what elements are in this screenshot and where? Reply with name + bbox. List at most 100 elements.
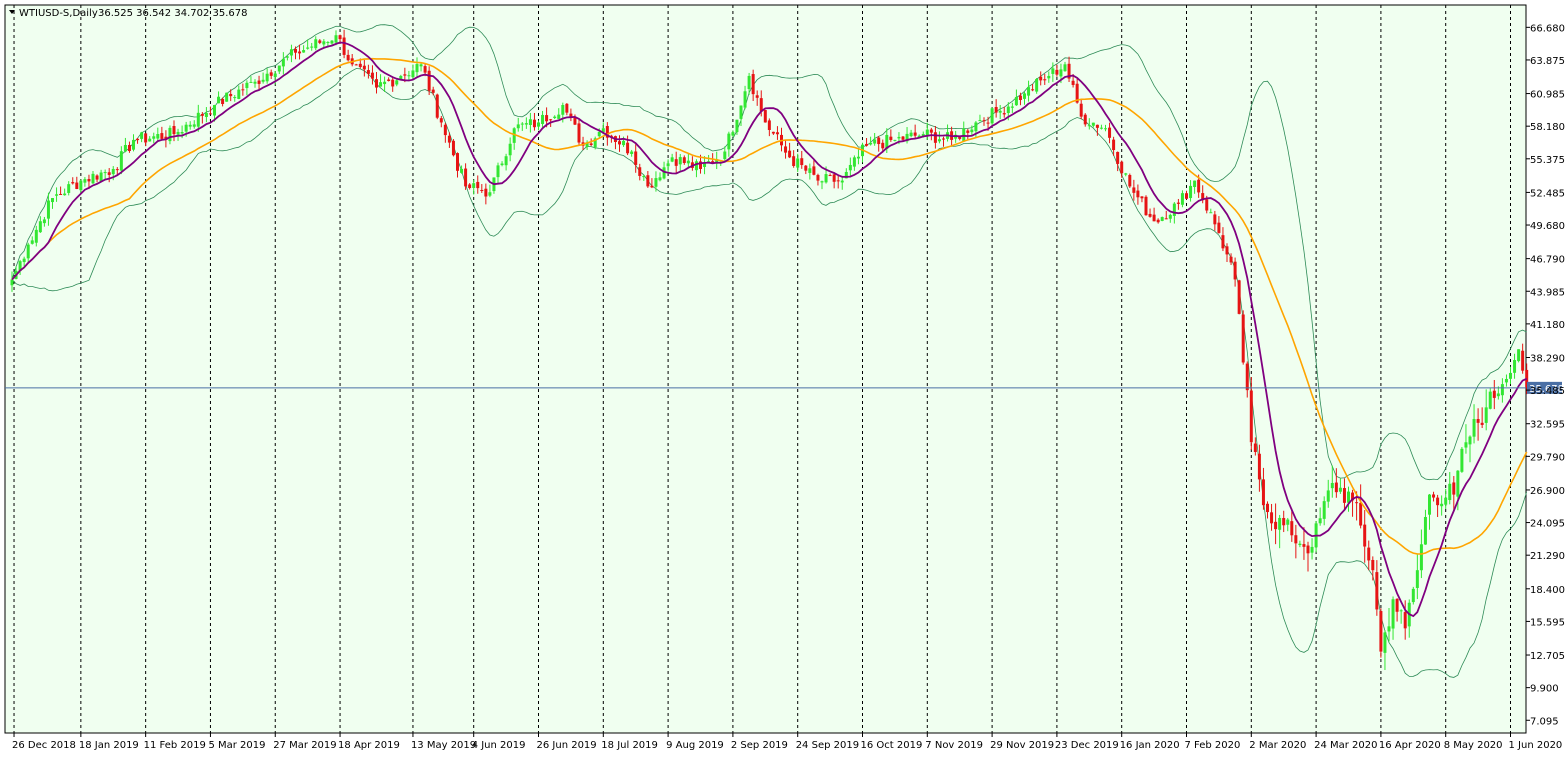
candle-body <box>654 178 658 187</box>
candle-body <box>1063 64 1067 72</box>
candle-body <box>990 108 994 124</box>
candle-body <box>1452 482 1456 495</box>
candle-body <box>1132 187 1136 193</box>
x-tick-label: 16 Apr 2020 <box>1379 740 1441 751</box>
candle-body <box>119 151 123 171</box>
candle-body <box>682 157 686 164</box>
candle-body <box>391 79 395 87</box>
candle-body <box>456 153 459 171</box>
candle-body <box>427 70 431 91</box>
candle-body <box>111 168 115 175</box>
candle-body <box>763 110 767 123</box>
candle-body <box>1014 96 1018 106</box>
candle-body <box>132 139 135 150</box>
x-tick-label: 23 Dec 2019 <box>1055 740 1119 751</box>
candle-body <box>650 185 654 188</box>
chart-root: 35.678 66.680 63.875 60.985 58.180 55.375 52.… <box>0 0 1567 757</box>
candle-body <box>38 221 42 233</box>
y-axis: 66.680 63.875 60.985 58.180 55.375 52.485 49.6… <box>1526 23 1565 727</box>
candle-body <box>1367 547 1371 561</box>
candle-body <box>217 96 221 104</box>
candle-body <box>87 179 91 182</box>
candle-body <box>71 182 75 184</box>
candle-body <box>1241 314 1245 363</box>
candle-body <box>136 138 140 141</box>
x-tick-label: 2 Sep 2019 <box>731 740 788 751</box>
candle-body <box>1010 106 1014 108</box>
candle-body <box>140 132 144 139</box>
candle-body <box>42 219 46 224</box>
candle-body <box>1116 151 1120 164</box>
candle-body <box>79 180 83 191</box>
candle-body <box>1257 453 1261 480</box>
candle-body <box>658 177 662 181</box>
candle-body <box>423 66 427 73</box>
candle-body <box>257 80 261 84</box>
candle-body <box>1152 214 1156 222</box>
candle-body <box>443 124 447 136</box>
price-chart[interactable]: 35.678 66.68063.87560.98558.18055.37552.… <box>0 0 1567 757</box>
y-tick-label: 7.095 <box>1530 716 1559 727</box>
candle-body <box>306 47 310 49</box>
candle-body <box>1460 448 1464 472</box>
candle-body <box>541 114 545 124</box>
candle-body <box>484 188 488 197</box>
candle-body <box>314 39 318 49</box>
candle-body <box>561 105 565 115</box>
candle-body <box>1245 363 1249 391</box>
candle-body <box>597 131 601 137</box>
candle-body <box>1099 127 1103 129</box>
candle-body <box>289 49 293 56</box>
y-tick-label: 9.900 <box>1530 684 1559 695</box>
x-tick-label: 16 Oct 2019 <box>861 740 923 751</box>
candle-body <box>346 54 350 61</box>
candle-body <box>1476 419 1480 423</box>
candle-body <box>937 139 941 142</box>
candle-body <box>1043 79 1047 81</box>
candle-body <box>856 156 860 159</box>
candle-body <box>913 132 917 136</box>
candle-body <box>1322 501 1326 519</box>
candle-body <box>1160 217 1164 221</box>
candle-body <box>1334 482 1338 493</box>
candle-body <box>577 123 581 143</box>
candle-body <box>488 192 492 196</box>
candle-body <box>1488 391 1492 409</box>
candle-body <box>553 116 557 118</box>
candle-body <box>1318 518 1322 524</box>
candle-body <box>496 165 500 178</box>
candle-body <box>1091 122 1095 126</box>
candle-body <box>784 146 788 153</box>
candle-body <box>1355 502 1359 504</box>
candle-body <box>832 174 836 182</box>
x-tick-label: 11 Feb 2019 <box>144 740 206 751</box>
candle-body <box>75 182 79 190</box>
candle-body <box>1363 524 1367 547</box>
x-tick-label: 24 Mar 2020 <box>1314 740 1377 751</box>
candle-body <box>796 158 800 168</box>
x-tick-label: 7 Nov 2019 <box>925 740 983 751</box>
candle-body <box>188 124 192 127</box>
x-axis: 26 Dec 2018 18 Jan 2019 11 Feb 2019 5 Mar 2… <box>12 733 1562 751</box>
candle-body <box>253 81 257 84</box>
candle-body <box>678 157 682 165</box>
candle-body <box>1326 490 1330 502</box>
candle-body <box>537 122 540 127</box>
candle-body <box>1237 280 1241 314</box>
candle-body <box>1225 246 1229 255</box>
candle-body <box>1108 127 1112 138</box>
candle-body <box>630 151 634 154</box>
candle-body <box>1464 442 1468 448</box>
candle-body <box>1468 436 1472 445</box>
candle-body <box>747 75 751 90</box>
candle-body <box>1087 125 1091 127</box>
candle-body <box>245 82 249 89</box>
candle-body <box>464 168 468 187</box>
candle-body <box>1128 174 1132 187</box>
candle-body <box>812 166 816 175</box>
candle-body <box>877 137 881 145</box>
candle-body <box>281 58 285 67</box>
candle-body <box>982 120 986 122</box>
candle-body <box>358 63 362 68</box>
candle-body <box>1302 544 1306 547</box>
